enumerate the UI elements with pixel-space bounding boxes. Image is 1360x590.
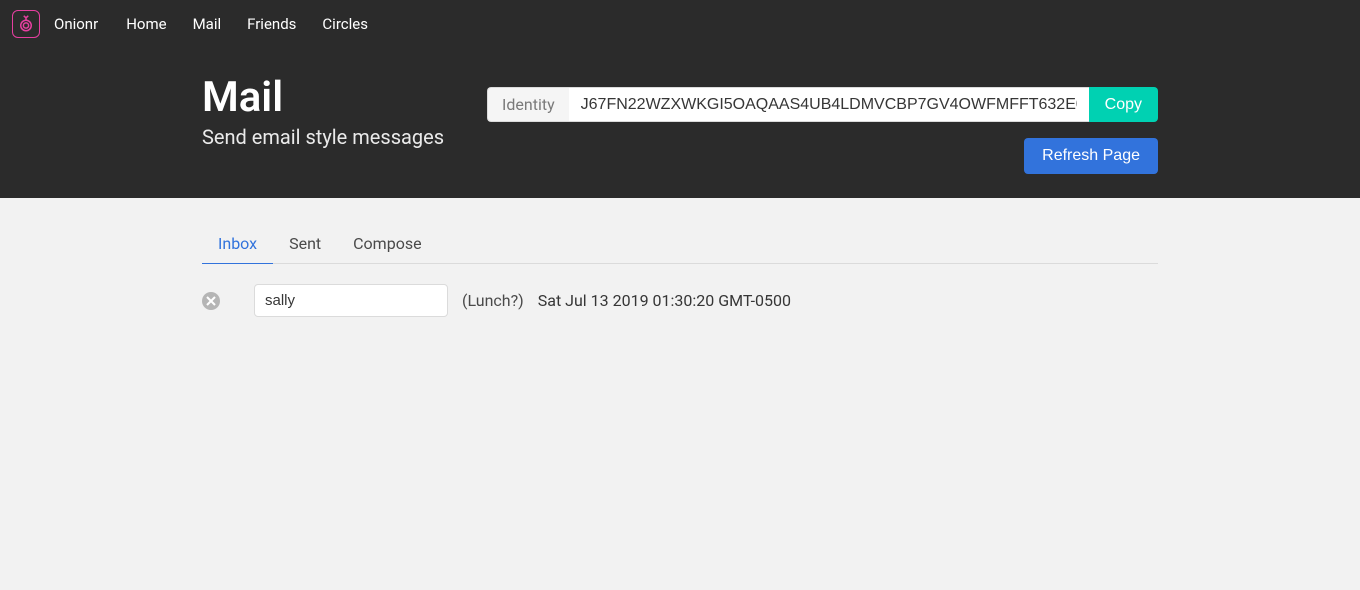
nav-friends[interactable]: Friends [241, 15, 302, 33]
hero-section: Mail Send email style messages Identity … [0, 47, 1360, 198]
tab-sent[interactable]: Sent [273, 226, 337, 264]
nav-circles[interactable]: Circles [316, 15, 374, 33]
tab-compose[interactable]: Compose [337, 226, 437, 264]
identity-input[interactable] [569, 87, 1089, 122]
mail-subject: (Lunch?) [462, 291, 524, 310]
delete-icon[interactable] [202, 292, 220, 310]
refresh-page-button[interactable]: Refresh Page [1024, 138, 1158, 174]
tab-inbox[interactable]: Inbox [202, 226, 273, 264]
mail-tabs: Inbox Sent Compose [202, 226, 1158, 264]
copy-button[interactable]: Copy [1089, 87, 1158, 122]
page-subtitle: Send email style messages [202, 125, 444, 149]
sender-input[interactable] [254, 284, 448, 317]
top-navbar: Onionr Home Mail Friends Circles [0, 0, 1360, 47]
mail-row: (Lunch?) Sat Jul 13 2019 01:30:20 GMT-05… [202, 284, 1158, 317]
identity-row: Identity Copy [487, 87, 1158, 122]
page-title: Mail [202, 75, 444, 121]
mail-date: Sat Jul 13 2019 01:30:20 GMT-0500 [538, 291, 791, 310]
brand-name: Onionr [54, 15, 98, 33]
identity-label: Identity [487, 87, 569, 122]
onionr-logo-icon [12, 10, 40, 38]
nav-mail[interactable]: Mail [187, 15, 228, 33]
mail-list: (Lunch?) Sat Jul 13 2019 01:30:20 GMT-05… [202, 264, 1158, 317]
content-area: Inbox Sent Compose (Lunch?) Sat Jul 13 2… [104, 198, 1256, 317]
nav-home[interactable]: Home [120, 15, 172, 33]
